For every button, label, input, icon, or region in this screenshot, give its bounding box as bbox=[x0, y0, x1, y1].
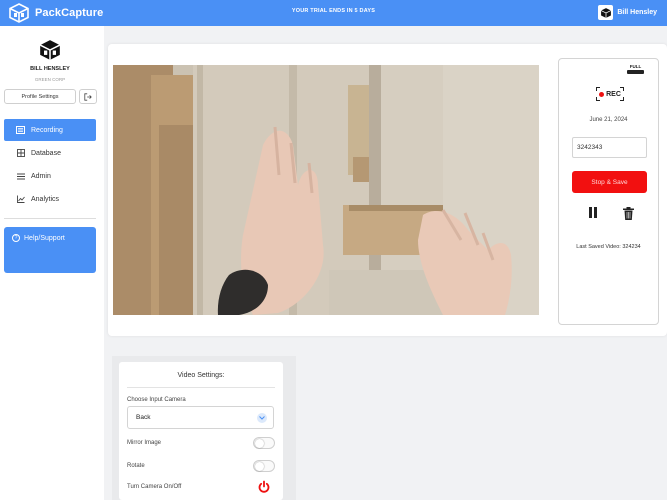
order-number-value: 3242343 bbox=[577, 144, 603, 151]
fullscreen-label: FULL bbox=[629, 64, 642, 69]
trash-icon[interactable] bbox=[623, 207, 634, 220]
user-name: Bill Hensley bbox=[617, 9, 657, 16]
video-settings-card: Video Settings: Choose Input Camera Back… bbox=[119, 362, 283, 500]
chevron-down-icon bbox=[257, 413, 267, 423]
user-logo-icon bbox=[598, 5, 614, 20]
frame-corner-icon bbox=[620, 97, 624, 101]
rotate-toggle[interactable] bbox=[253, 460, 275, 472]
recording-date: June 21, 2024 bbox=[589, 117, 628, 123]
sidebar-nav: Recording Database Admin Analytics bbox=[4, 119, 96, 211]
stop-save-button[interactable]: Stop & Save bbox=[572, 171, 647, 193]
sidebar-item-label: Recording bbox=[31, 126, 63, 134]
profile-settings-button[interactable]: Profile Settings bbox=[4, 89, 76, 104]
sidebar-item-label: Admin bbox=[31, 172, 51, 180]
sidebar-org-name: GREEN CORP bbox=[34, 77, 66, 82]
help-support-panel[interactable]: ? Help/Support bbox=[4, 227, 96, 273]
pause-icon bbox=[588, 207, 592, 218]
video-list-icon bbox=[16, 126, 25, 135]
sidebar-divider bbox=[4, 218, 96, 219]
camera-select-value: Back bbox=[136, 414, 151, 421]
video-settings-title: Video Settings: bbox=[177, 372, 225, 379]
sidebar-item-database[interactable]: Database bbox=[4, 142, 96, 164]
mirror-image-toggle[interactable] bbox=[253, 437, 275, 449]
sidebar-item-admin[interactable]: Admin bbox=[4, 165, 96, 187]
help-support-link[interactable]: ? Help/Support bbox=[12, 234, 65, 242]
sidebar: BILL HENSLEY GREEN CORP Profile Settings… bbox=[0, 26, 104, 500]
last-saved-video: Last Saved Video: 324234 bbox=[576, 244, 641, 250]
recording-card: FULL REC June 21, 2024 3242343 Stop & Sa… bbox=[108, 44, 667, 336]
menu-icon bbox=[16, 172, 25, 181]
frame-corner-icon bbox=[596, 87, 600, 91]
settings-divider bbox=[127, 387, 275, 388]
frame-corner-icon bbox=[596, 97, 600, 101]
fullscreen-icon bbox=[627, 70, 644, 74]
sidebar-item-analytics[interactable]: Analytics bbox=[4, 188, 96, 210]
top-bar: PackCapture YOUR TRIAL ENDS IN 5 DAYS Bi… bbox=[0, 0, 667, 26]
power-icon[interactable] bbox=[257, 480, 271, 494]
help-icon: ? bbox=[12, 234, 20, 242]
logout-button[interactable] bbox=[79, 89, 97, 104]
mirror-image-row: Mirror Image bbox=[127, 436, 275, 450]
order-number-input[interactable]: 3242343 bbox=[572, 137, 647, 158]
sidebar-user-name: BILL HENSLEY bbox=[30, 66, 70, 72]
help-support-label: Help/Support bbox=[24, 234, 65, 242]
user-menu[interactable]: Bill Hensley bbox=[598, 5, 657, 20]
rec-label: REC bbox=[606, 90, 621, 98]
sidebar-item-recording[interactable]: Recording bbox=[4, 119, 96, 141]
frame-corner-icon bbox=[620, 87, 624, 91]
grid-icon bbox=[16, 149, 25, 158]
pause-button[interactable] bbox=[586, 207, 599, 220]
recorder-panel: FULL REC June 21, 2024 3242343 Stop & Sa… bbox=[558, 58, 659, 325]
sidebar-item-label: Analytics bbox=[31, 195, 60, 203]
line-chart-icon bbox=[16, 195, 25, 204]
choose-camera-label: Choose Input Camera bbox=[127, 397, 186, 403]
camera-feed-image bbox=[113, 65, 539, 315]
mirror-image-label: Mirror Image bbox=[127, 440, 162, 446]
record-dot-icon bbox=[599, 91, 605, 97]
recording-indicator: REC bbox=[596, 87, 624, 101]
trial-notice: YOUR TRIAL ENDS IN 5 DAYS bbox=[291, 8, 376, 14]
toggle-knob bbox=[255, 462, 264, 471]
rotate-row: Rotate bbox=[127, 459, 275, 473]
camera-select[interactable]: Back bbox=[127, 406, 274, 429]
toggle-knob bbox=[255, 439, 264, 448]
camera-power-label: Turn Camera On/Off bbox=[127, 484, 182, 490]
org-logo-icon bbox=[39, 40, 61, 60]
camera-power-row: Turn Camera On/Off bbox=[127, 480, 275, 494]
logout-icon bbox=[84, 92, 92, 101]
fullscreen-button[interactable]: FULL bbox=[627, 64, 644, 74]
rotate-label: Rotate bbox=[127, 463, 145, 469]
camera-feed bbox=[113, 65, 539, 315]
pause-icon bbox=[593, 207, 597, 218]
sidebar-item-label: Database bbox=[31, 149, 61, 157]
